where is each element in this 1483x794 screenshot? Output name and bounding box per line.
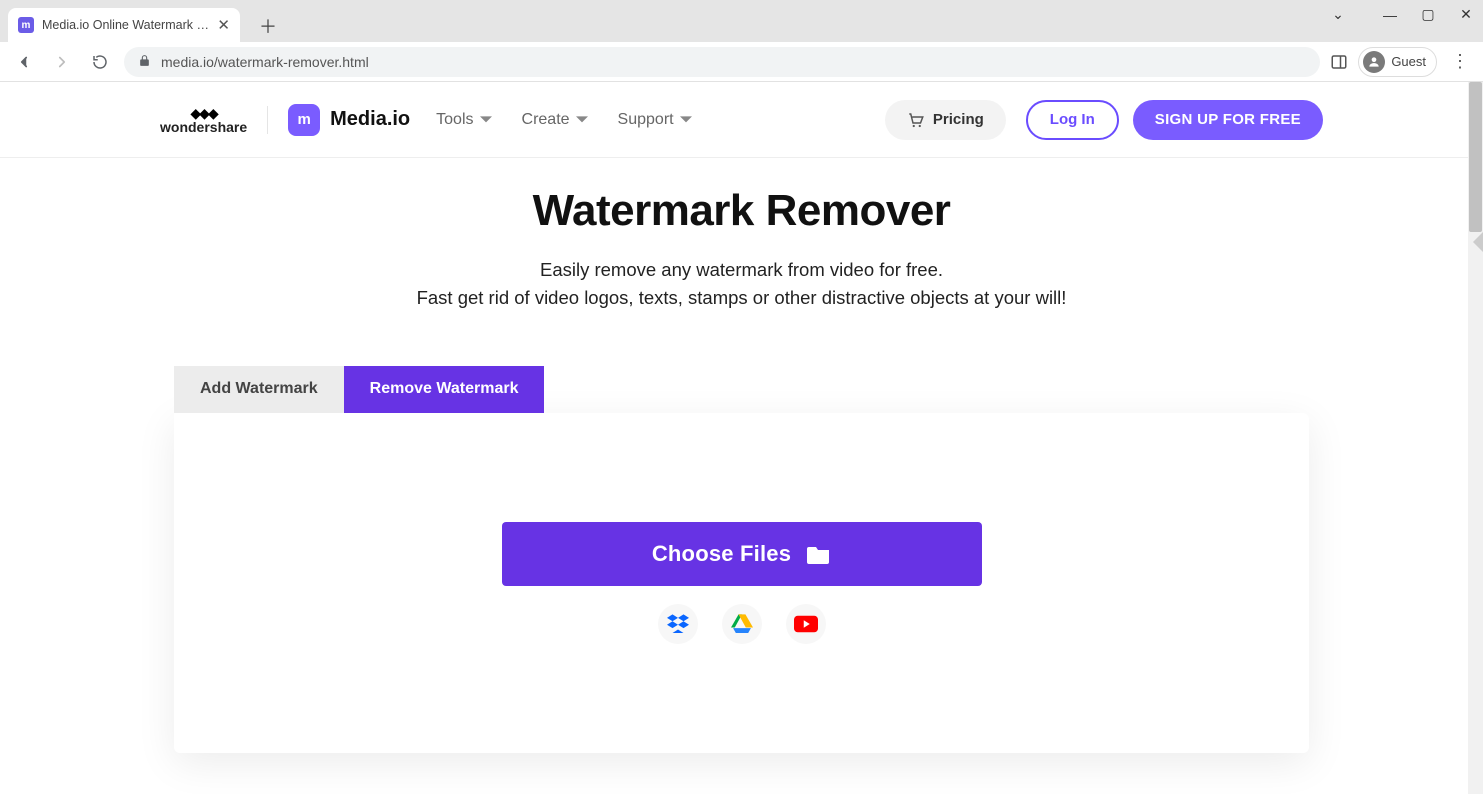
forward-button[interactable]	[48, 48, 76, 76]
site-header: ◆◆◆ wondershare m Media.io Tools Create …	[0, 82, 1483, 158]
nav-create-label: Create	[522, 111, 570, 129]
chevron-down-icon	[576, 114, 588, 126]
chevron-down-icon	[680, 114, 692, 126]
hero-subtitle: Easily remove any watermark from video f…	[0, 256, 1483, 312]
menu-icon[interactable]: ⋮	[1447, 51, 1473, 72]
hero-line-2: Fast get rid of video logos, texts, stam…	[417, 287, 1067, 308]
hero: Watermark Remover Easily remove any wate…	[0, 158, 1483, 320]
source-dropbox[interactable]	[658, 604, 698, 644]
source-row	[658, 604, 826, 644]
cart-icon	[907, 111, 925, 129]
google-drive-icon	[731, 614, 753, 634]
page-title: Watermark Remover	[0, 186, 1483, 236]
source-youtube[interactable]	[786, 604, 826, 644]
browser-tab[interactable]: m Media.io Online Watermark Remo ✕	[8, 8, 240, 42]
source-google-drive[interactable]	[722, 604, 762, 644]
wondershare-mark-icon: ◆◆◆	[190, 106, 216, 120]
choose-files-label: Choose Files	[652, 541, 791, 567]
youtube-icon	[794, 615, 818, 633]
dropbox-icon	[667, 614, 689, 634]
tab-remove-watermark[interactable]: Remove Watermark	[344, 366, 545, 413]
nav-tools-label: Tools	[436, 111, 473, 129]
choose-files-button[interactable]: Choose Files	[502, 522, 982, 586]
mediaio-mark-icon[interactable]: m	[288, 104, 320, 136]
lock-icon	[138, 54, 151, 70]
new-tab-button[interactable]: ＋	[254, 12, 282, 40]
chevron-down-icon	[480, 114, 492, 126]
tool-panel: Add Watermark Remove Watermark Choose Fi…	[174, 366, 1309, 753]
avatar-icon	[1363, 51, 1385, 73]
divider	[267, 106, 268, 134]
minimize-button[interactable]: ―	[1381, 7, 1399, 23]
window-controls: ⌄ ― ▢ ✕	[1329, 6, 1475, 23]
tab-search-icon[interactable]: ⌄	[1329, 6, 1347, 23]
tab-add-watermark[interactable]: Add Watermark	[174, 366, 344, 413]
scrollbar-track[interactable]	[1468, 82, 1483, 794]
nav-create[interactable]: Create	[522, 111, 588, 129]
close-tab-icon[interactable]: ✕	[217, 16, 230, 34]
wondershare-logo[interactable]: ◆◆◆ wondershare	[160, 106, 247, 134]
browser-chrome: m Media.io Online Watermark Remo ✕ ＋ ⌄ ―…	[0, 0, 1483, 82]
favicon-icon: m	[18, 17, 34, 33]
signup-button[interactable]: SIGN UP FOR FREE	[1133, 100, 1323, 140]
folder-icon	[807, 543, 831, 565]
upload-panel: Choose Files	[174, 413, 1309, 753]
side-panel-icon[interactable]	[1330, 53, 1348, 71]
tab-strip: m Media.io Online Watermark Remo ✕ ＋ ⌄ ―…	[0, 0, 1483, 42]
back-button[interactable]	[10, 48, 38, 76]
address-bar[interactable]: media.io/watermark-remover.html	[124, 47, 1320, 77]
tab-title: Media.io Online Watermark Remo	[42, 18, 209, 32]
maximize-button[interactable]: ▢	[1419, 6, 1437, 23]
nav-support-label: Support	[618, 111, 674, 129]
side-panel-handle-icon[interactable]	[1473, 232, 1483, 252]
profile-chip[interactable]: Guest	[1358, 47, 1437, 77]
pricing-label: Pricing	[933, 111, 984, 128]
wondershare-text: wondershare	[160, 120, 247, 134]
page-content: ◆◆◆ wondershare m Media.io Tools Create …	[0, 82, 1483, 794]
profile-label: Guest	[1391, 54, 1426, 69]
browser-toolbar: media.io/watermark-remover.html Guest ⋮	[0, 42, 1483, 82]
hero-line-1: Easily remove any watermark from video f…	[540, 259, 943, 280]
login-button[interactable]: Log In	[1026, 100, 1119, 140]
tabs: Add Watermark Remove Watermark	[174, 366, 1309, 413]
url-text: media.io/watermark-remover.html	[161, 54, 369, 70]
close-window-button[interactable]: ✕	[1457, 6, 1475, 23]
nav-support[interactable]: Support	[618, 111, 692, 129]
mediaio-brand[interactable]: Media.io	[330, 108, 410, 131]
pricing-link[interactable]: Pricing	[885, 100, 1006, 140]
scrollbar-thumb[interactable]	[1469, 82, 1482, 232]
reload-button[interactable]	[86, 48, 114, 76]
nav-tools[interactable]: Tools	[436, 111, 491, 129]
